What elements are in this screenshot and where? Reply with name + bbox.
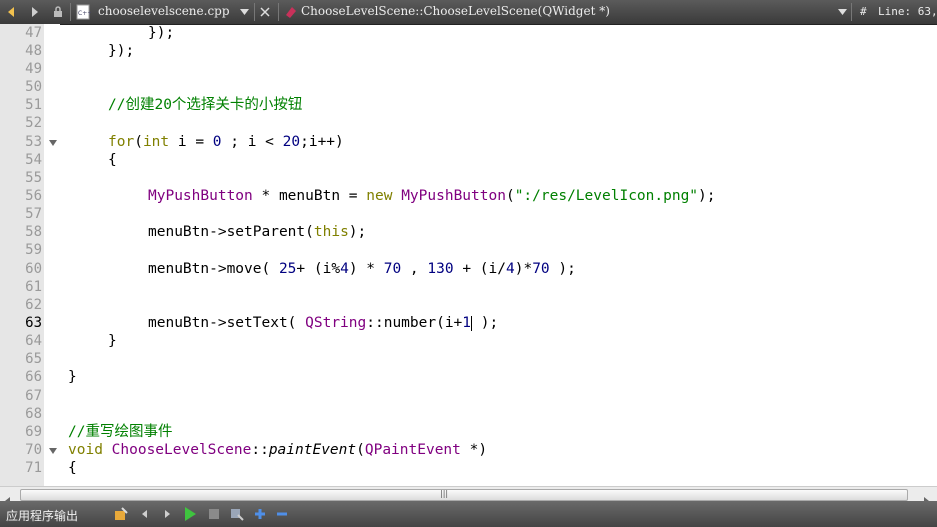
code-line-current: menuBtn->setText( QString::number(i+1 );	[148, 315, 499, 331]
lock-icon[interactable]	[50, 2, 66, 22]
code-line: {	[68, 460, 77, 476]
clear-output-icon[interactable]	[113, 506, 129, 522]
line-indicator[interactable]: Line: 63,	[878, 5, 937, 18]
line-number: 49	[25, 61, 42, 77]
line-number: 50	[25, 79, 42, 95]
back-arrow-icon[interactable]	[4, 2, 20, 22]
code-line: void ChooseLevelScene::paintEvent(QPaint…	[68, 442, 488, 458]
line-number: 66	[25, 369, 42, 385]
code-line: }	[68, 369, 77, 385]
code-line: }	[108, 333, 117, 349]
line-number: 53	[25, 134, 42, 150]
code-line: });	[148, 25, 175, 41]
output-panel-bar: 应用程序输出	[0, 501, 937, 527]
line-number: 59	[25, 242, 42, 258]
code-line: menuBtn->setParent(this);	[148, 224, 367, 240]
editor-toolbar: C++ chooselevelscene.cpp ChooseLevelScen…	[0, 0, 937, 25]
line-number: 55	[25, 170, 42, 186]
line-number: 56	[25, 188, 42, 204]
hash-label: #	[860, 5, 867, 18]
run-icon[interactable]	[182, 506, 198, 522]
line-number: 52	[25, 115, 42, 131]
line-number: 71	[25, 460, 42, 476]
attach-debugger-icon[interactable]	[229, 506, 245, 522]
code-line: });	[108, 43, 135, 59]
line-number: 57	[25, 206, 42, 222]
function-dropdown-icon[interactable]	[836, 2, 848, 22]
line-number: 65	[25, 351, 42, 367]
line-number: 62	[25, 297, 42, 313]
line-number: 64	[25, 333, 42, 349]
line-number: 48	[25, 43, 42, 59]
line-number-gutter: 47 48 49 50 51 52 53 54 55 56 57 58 59 6…	[0, 24, 44, 486]
fold-column	[44, 24, 60, 486]
close-icon[interactable]	[258, 2, 272, 22]
code-line: menuBtn->move( 25+ (i%4) * 70 , 130 + (i…	[148, 261, 576, 277]
line-number: 70	[25, 442, 42, 458]
line-number: 60	[25, 261, 42, 277]
code-editor[interactable]: }); }); //创建20个选择关卡的小按钮 for(int i = 0 ; …	[60, 24, 937, 486]
previous-item-icon[interactable]	[137, 506, 153, 522]
fold-marker-icon[interactable]	[49, 140, 57, 146]
svg-text:C++: C++	[78, 10, 91, 17]
file-dropdown-icon[interactable]	[238, 2, 250, 22]
line-number: 58	[25, 224, 42, 240]
code-line: {	[108, 152, 117, 168]
zoom-out-icon[interactable]	[274, 506, 290, 522]
function-selector-label[interactable]: ChooseLevelScene::ChooseLevelScene(QWidg…	[301, 4, 610, 18]
output-panel-title[interactable]: 应用程序输出	[6, 507, 78, 524]
line-number: 68	[25, 406, 42, 422]
stop-icon[interactable]	[206, 506, 222, 522]
grip-icon: |||	[440, 489, 449, 498]
scrollbar-thumb[interactable]	[20, 489, 908, 501]
line-number: 69	[25, 424, 42, 440]
current-line-number: 63	[25, 315, 42, 331]
forward-arrow-icon[interactable]	[26, 2, 42, 22]
file-selector-label[interactable]: chooselevelscene.cpp	[98, 4, 230, 18]
zoom-in-icon[interactable]	[252, 506, 268, 522]
function-icon	[283, 2, 299, 22]
code-line: for(int i = 0 ; i < 20;i++)	[108, 134, 344, 150]
cpp-file-icon: C++	[74, 2, 92, 22]
line-number: 51	[25, 97, 42, 113]
code-comment: //创建20个选择关卡的小按钮	[108, 97, 303, 113]
line-number: 54	[25, 152, 42, 168]
line-number: 61	[25, 279, 42, 295]
horizontal-scrollbar[interactable]: |||	[0, 486, 937, 505]
line-number: 47	[25, 25, 42, 41]
code-comment: //重写绘图事件	[68, 424, 173, 440]
line-number: 67	[25, 388, 42, 404]
fold-marker-icon[interactable]	[49, 448, 57, 454]
code-line: MyPushButton * menuBtn = new MyPushButto…	[148, 188, 716, 204]
next-item-icon[interactable]	[159, 506, 175, 522]
